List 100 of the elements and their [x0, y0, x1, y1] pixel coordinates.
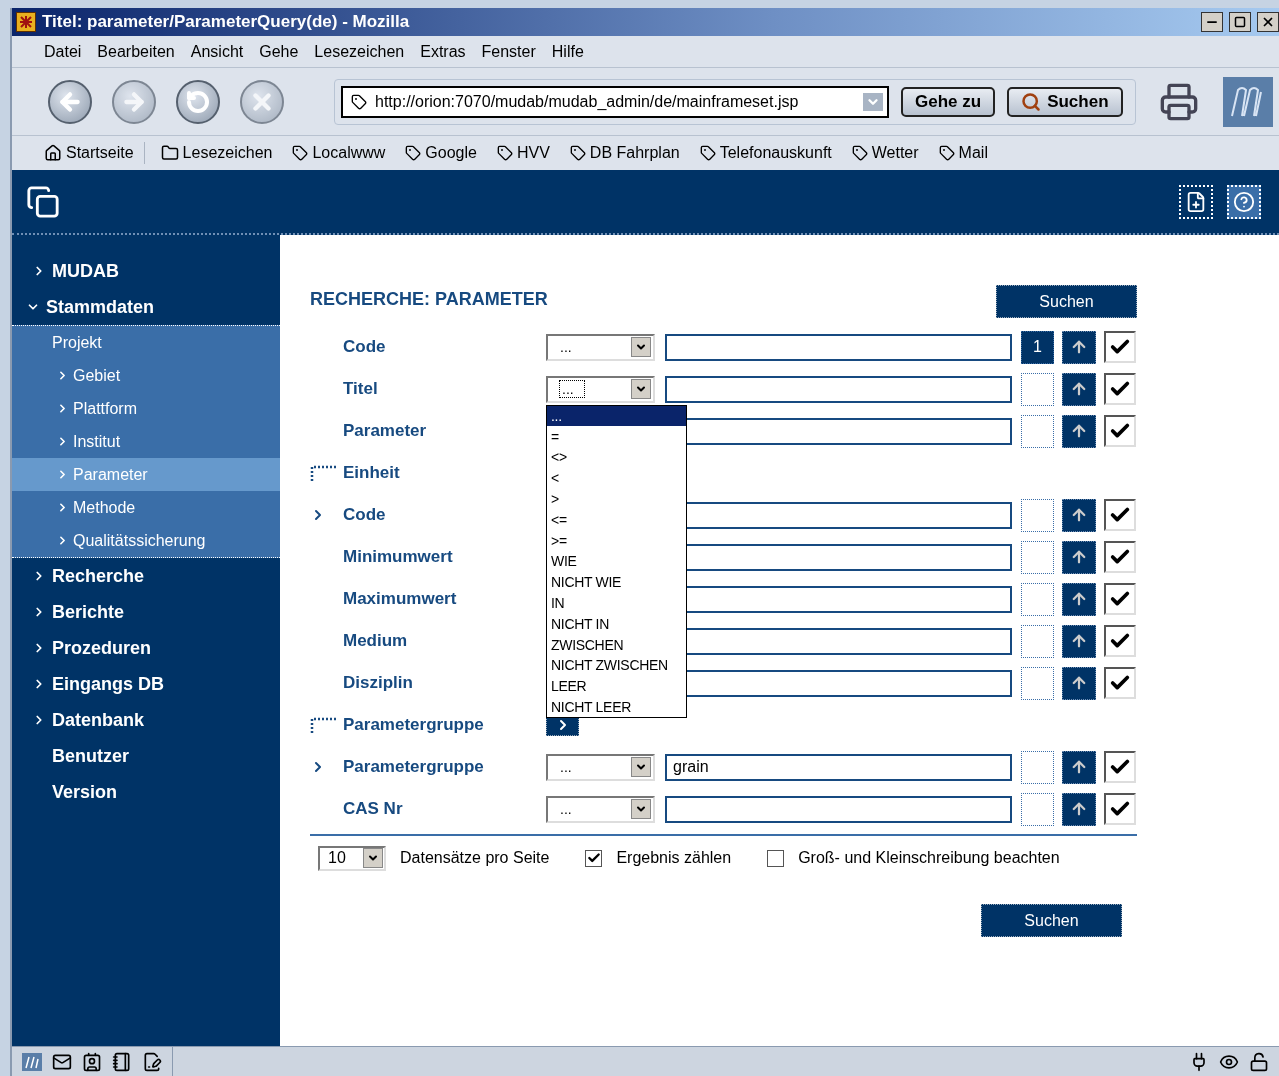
value-field[interactable]: grain — [665, 753, 1012, 781]
bookmark-item[interactable]: Mail — [934, 142, 992, 164]
dropdown-option[interactable]: ... — [547, 405, 686, 427]
option-checkbox[interactable] — [585, 849, 603, 867]
sort-button[interactable] — [1062, 498, 1096, 532]
tag-icon — [851, 145, 868, 161]
bookmark-item[interactable]: HVV — [492, 142, 554, 164]
menu-item[interactable]: Bearbeiten — [89, 42, 183, 61]
menu-item[interactable]: Ansicht — [182, 42, 252, 61]
operator-select[interactable]: ... — [546, 375, 655, 403]
contact-icon[interactable] — [82, 1051, 102, 1072]
bookmark-item[interactable]: Lesezeichen — [156, 142, 277, 164]
sort-button[interactable] — [1062, 666, 1096, 700]
go-button[interactable]: Gehe zu — [901, 86, 996, 117]
stop-button[interactable] — [240, 79, 284, 124]
printer-icon[interactable] — [1159, 81, 1200, 122]
option-checkbox[interactable] — [767, 849, 785, 867]
sort-button[interactable] — [1062, 540, 1096, 574]
order-box[interactable] — [1021, 540, 1054, 574]
search-button[interactable]: Suchen — [1007, 86, 1123, 117]
home-icon — [44, 144, 62, 162]
bookmark-item[interactable]: DB Fahrplan — [565, 142, 684, 164]
search-button[interactable]: Suchen — [981, 904, 1122, 937]
new-document-button[interactable] — [1179, 184, 1213, 219]
show-checkbox[interactable] — [1104, 373, 1136, 405]
nav-item[interactable]: Berichte — [12, 594, 280, 630]
show-checkbox[interactable] — [1104, 331, 1136, 363]
nav-subitem[interactable]: Gebiet — [12, 359, 280, 392]
show-checkbox[interactable] — [1104, 499, 1136, 531]
windows-icon[interactable] — [26, 184, 60, 219]
value-field[interactable] — [665, 795, 1012, 823]
nav-item[interactable]: Datenbank — [12, 702, 280, 738]
show-checkbox[interactable] — [1104, 667, 1136, 699]
order-box[interactable]: 1 — [1021, 330, 1054, 364]
sort-button[interactable] — [1062, 372, 1096, 406]
order-box[interactable] — [1021, 792, 1054, 826]
url-field[interactable]: http://orion:7070/mudab/mudab_admin/de/mainframeset.jsp — [341, 85, 889, 118]
form-title: RECHERCHE: PARAMETER — [310, 289, 548, 310]
maximize-button[interactable] — [1229, 12, 1251, 32]
forward-button[interactable] — [112, 79, 156, 124]
page-size-select[interactable]: 10 — [318, 845, 386, 871]
bookmark-item[interactable]: Telefonauskunft — [695, 142, 836, 164]
show-checkbox[interactable] — [1104, 583, 1136, 615]
order-box[interactable] — [1021, 666, 1054, 700]
nav-item[interactable]: MUDAB — [12, 253, 280, 289]
order-box[interactable] — [1021, 498, 1054, 532]
tag-icon — [569, 145, 586, 161]
sort-button[interactable] — [1062, 624, 1096, 658]
operator-select[interactable]: ... — [546, 795, 655, 823]
nav-item[interactable]: Version — [12, 774, 280, 810]
nav-item[interactable]: Prozeduren — [12, 630, 280, 666]
order-box[interactable] — [1021, 414, 1054, 448]
nav-subitem[interactable]: Institut — [12, 425, 280, 458]
sort-button[interactable] — [1062, 582, 1096, 616]
nav-item[interactable]: Benutzer — [12, 738, 280, 774]
bookmark-item[interactable]: Wetter — [847, 142, 923, 164]
search-button[interactable]: Suchen — [996, 285, 1137, 318]
sort-button[interactable] — [1062, 414, 1096, 448]
reload-button[interactable] — [176, 79, 220, 124]
nav-subitem[interactable]: Projekt — [12, 326, 280, 359]
nav-subitem[interactable]: Qualitätssicherung — [12, 524, 280, 557]
order-box[interactable] — [1021, 750, 1054, 784]
bookmark-item[interactable]: Startseite — [40, 142, 145, 164]
nav-item[interactable]: Recherche — [12, 558, 280, 594]
menu-item[interactable]: Datei — [36, 42, 90, 61]
show-checkbox[interactable] — [1104, 751, 1136, 783]
bookmark-item[interactable]: Google — [401, 142, 481, 164]
help-button[interactable] — [1227, 184, 1261, 219]
show-checkbox[interactable] — [1104, 625, 1136, 657]
sort-button[interactable] — [1062, 750, 1096, 784]
value-field[interactable] — [665, 375, 1012, 403]
order-box[interactable] — [1021, 372, 1054, 406]
show-checkbox[interactable] — [1104, 415, 1136, 447]
menu-item[interactable]: Extras — [412, 42, 474, 61]
operator-select[interactable]: ... — [546, 333, 655, 361]
nav-item[interactable]: Stammdaten — [12, 289, 280, 325]
show-checkbox[interactable] — [1104, 793, 1136, 825]
order-box[interactable] — [1021, 624, 1054, 658]
composer-icon[interactable] — [142, 1051, 162, 1072]
notebook-icon[interactable] — [112, 1051, 132, 1072]
nav-subitem[interactable]: Plattform — [12, 392, 280, 425]
operator-select[interactable]: ... — [546, 753, 655, 781]
back-button[interactable] — [48, 79, 92, 124]
menu-item[interactable]: Lesezeichen — [306, 42, 413, 61]
nav-item[interactable]: Eingangs DB — [12, 666, 280, 702]
logo-icon[interactable] — [22, 1052, 42, 1071]
sort-button[interactable] — [1062, 792, 1096, 826]
field-label: Titel — [343, 379, 379, 399]
minimize-button[interactable] — [1201, 12, 1223, 32]
bookmark-item[interactable]: Localwww — [288, 142, 390, 164]
nav-subitem[interactable]: Methode — [12, 491, 280, 524]
show-checkbox[interactable] — [1104, 541, 1136, 573]
value-field[interactable] — [665, 333, 1012, 361]
menu-item[interactable]: Gehe — [251, 42, 307, 61]
menu-item[interactable]: Fenster — [473, 42, 544, 61]
tag-icon — [938, 145, 955, 161]
order-box[interactable] — [1021, 582, 1054, 616]
close-button[interactable] — [1257, 12, 1279, 32]
menu-item[interactable]: Hilfe — [543, 42, 592, 61]
sort-button[interactable] — [1062, 330, 1096, 364]
